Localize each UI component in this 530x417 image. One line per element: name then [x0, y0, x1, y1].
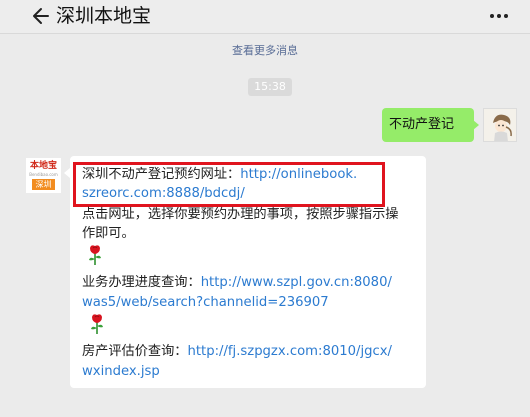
more-dots-icon[interactable]: [490, 14, 510, 20]
valuation-query-link-part1[interactable]: http://fj.szpgzx.com:8010/jgcx/: [188, 344, 393, 359]
valuation-query-link-part2[interactable]: wxindex.jsp: [82, 364, 160, 379]
avatar-city-badge: 深圳: [32, 179, 55, 190]
sent-message-bubble[interactable]: 不动产登记: [382, 108, 479, 142]
progress-query-link-part2[interactable]: was5/web/search?channelid=236907: [82, 295, 329, 310]
message-timestamp: 15:38: [248, 78, 292, 96]
booking-link-part1[interactable]: http://onlinebook.: [240, 167, 357, 182]
message-line-2: szreorc.com:8888/bdcdj/: [82, 184, 245, 204]
avatar-logo-domain: Bendibao.com: [29, 172, 58, 177]
progress-query-link-part1[interactable]: http://www.szpl.gov.cn:8080/: [201, 275, 392, 290]
chat-header: 深圳本地宝: [0, 0, 530, 34]
message-line-1: 深圳不动产登记预约网址：http://onlinebook.: [82, 165, 357, 185]
progress-query-line-1: 业务办理进度查询：http://www.szpl.gov.cn:8080/: [82, 273, 392, 293]
user-avatar-picture: [484, 109, 516, 141]
valuation-query-line-2: wxindex.jsp: [82, 362, 160, 382]
user-avatar[interactable]: [483, 108, 517, 142]
bendibao-avatar[interactable]: 本地宝 Bendibao.com 深圳: [26, 158, 61, 193]
instruction-line-2: 作即可。: [82, 226, 135, 241]
valuation-query-label: 房产评估价查询：: [82, 344, 188, 359]
valuation-query-line-1: 房产评估价查询：http://fj.szpgzx.com:8010/jgcx/: [82, 342, 392, 362]
view-more-link[interactable]: 查看更多消息: [0, 44, 530, 58]
avatar-logo-text: 本地宝: [29, 161, 57, 171]
progress-query-line-2: was5/web/search?channelid=236907: [82, 293, 329, 313]
progress-query-label: 业务办理进度查询：: [82, 275, 201, 290]
rose-icon: [89, 245, 101, 265]
received-message-bubble: 深圳不动产登记预约网址：http://onlinebook. szreorc.c…: [64, 156, 426, 388]
chat-title: 深圳本地宝: [56, 5, 152, 27]
arrow-left-icon[interactable]: [31, 7, 49, 25]
booking-link-part2[interactable]: szreorc.com:8888/bdcdj/: [82, 186, 245, 201]
rose-icon: [91, 314, 103, 334]
booking-label: 深圳不动产登记预约网址：: [82, 167, 241, 182]
instruction-line-1: 点击网址，选择你要预约办理的事项，按照步骤指示操: [82, 207, 399, 222]
